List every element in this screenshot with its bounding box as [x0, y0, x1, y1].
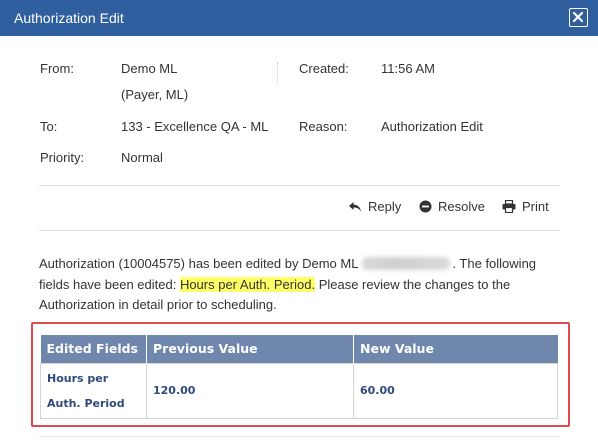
dialog-title: Authorization Edit	[14, 10, 124, 26]
priority-label: Priority:	[40, 150, 85, 165]
reply-button[interactable]: Reply	[348, 199, 401, 214]
resolve-label: Resolve	[438, 199, 485, 214]
header-divider	[39, 185, 560, 186]
print-button[interactable]: Print	[502, 199, 549, 214]
print-icon	[502, 200, 516, 213]
edited-fields-table: Edited Fields Previous Value New Value H…	[40, 335, 558, 419]
to-value: 133 - Excellence QA - ML	[121, 119, 269, 134]
minus-circle-icon	[419, 200, 432, 213]
message-part-1: Authorization (10004575) has been edited…	[39, 256, 359, 271]
close-button[interactable]	[569, 8, 588, 27]
from-name: Demo ML	[121, 61, 178, 76]
to-label: To:	[40, 119, 58, 134]
reason-label: Reason:	[299, 119, 348, 134]
close-icon	[572, 11, 584, 23]
column-divider	[277, 62, 278, 84]
column-header-edited-fields: Edited Fields	[40, 335, 147, 363]
notification-message: Authorization (10004575) has been edited…	[39, 254, 559, 316]
resolve-button[interactable]: Resolve	[419, 199, 485, 214]
reason-value: Authorization Edit	[381, 119, 483, 134]
priority-value: Normal	[121, 150, 163, 165]
highlighted-field: Hours per Auth. Period.	[179, 276, 316, 292]
print-label: Print	[522, 199, 549, 214]
column-header-new-value: New Value	[353, 335, 558, 363]
created-value: 11:56 AM	[381, 61, 435, 76]
cell-previous-value: 120.00	[146, 362, 354, 419]
reply-label: Reply	[368, 199, 402, 214]
table-header-row: Edited Fields Previous Value New Value	[40, 335, 558, 363]
cell-new-value: 60.00	[353, 362, 558, 419]
reply-icon	[349, 201, 361, 212]
from-role: (Payer, ML)	[121, 87, 189, 102]
column-header-previous-value: Previous Value	[146, 335, 354, 363]
dialog-title-bar: Authorization Edit	[0, 0, 598, 36]
created-label: Created:	[299, 61, 349, 76]
bottom-divider	[39, 436, 560, 437]
cell-edited-field: Hours per Auth. Period	[40, 362, 147, 419]
table-row: Hours per Auth. Period 120.00 60.00	[40, 362, 558, 419]
actions-divider	[39, 230, 560, 231]
redacted-name	[362, 257, 451, 270]
from-label: From:	[40, 61, 74, 76]
